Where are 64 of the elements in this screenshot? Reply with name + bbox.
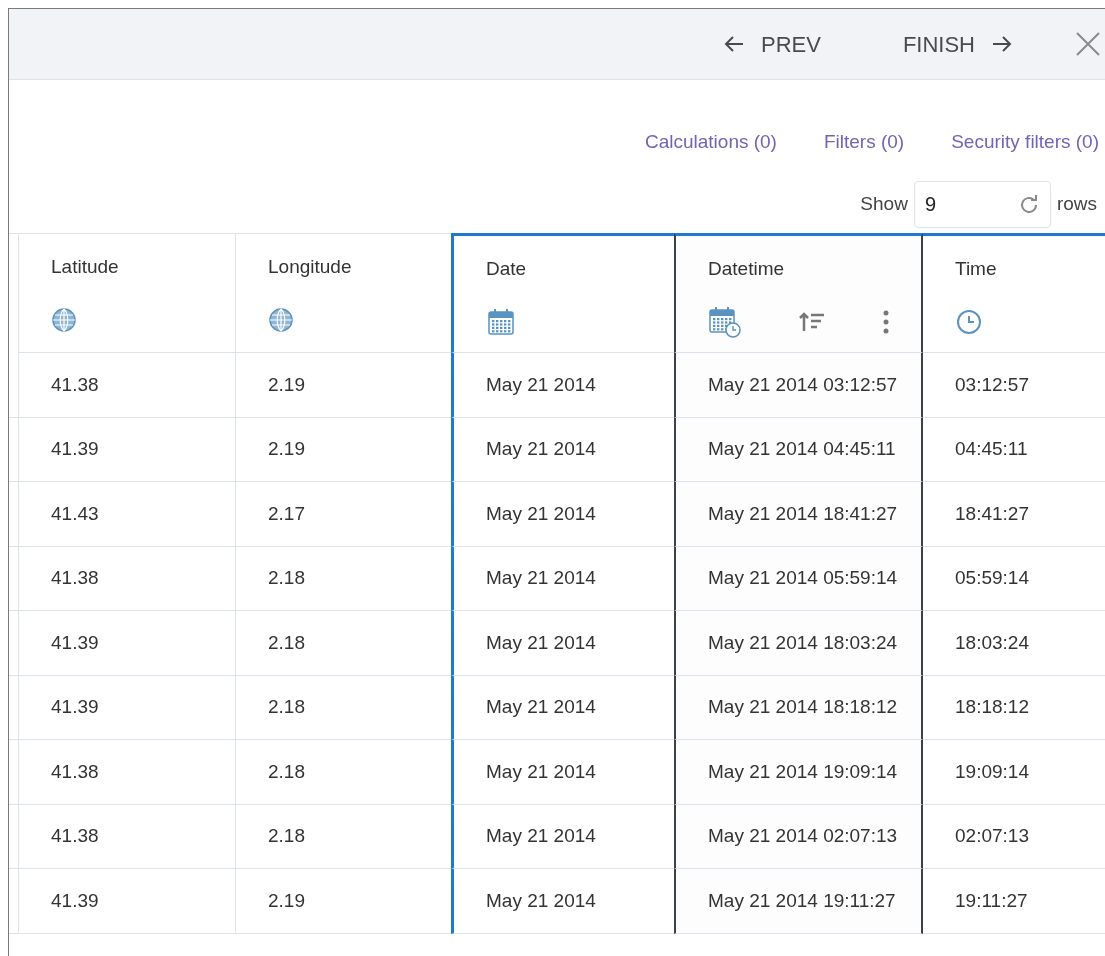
- table-cell: May 21 2014 02:07:13: [674, 804, 923, 869]
- table-cell: 05:59:14: [923, 546, 1105, 611]
- table-cell: 2.18: [235, 804, 451, 869]
- table-cell: May 21 2014 18:18:12: [674, 675, 923, 740]
- table-cell: 19:09:14: [923, 740, 1105, 805]
- table-cell: 41.39: [18, 869, 235, 934]
- table-cell: 18:41:27: [923, 482, 1105, 547]
- more-options-icon[interactable]: [883, 309, 889, 334]
- table-cell: 41.38: [18, 353, 235, 418]
- link[interactable]: Calculations (0): [644, 127, 777, 157]
- table-cell: 03:12:57: [923, 353, 1105, 418]
- table-cell: May 21 2014 19:09:14: [674, 740, 923, 805]
- column-title: Time: [955, 257, 998, 281]
- table-cell: 41.39: [18, 675, 235, 740]
- globe-icon: [268, 306, 294, 333]
- link[interactable]: Filters (0): [823, 127, 905, 157]
- table-cell: 2.17: [235, 482, 451, 547]
- column-title: Datetime: [708, 257, 786, 281]
- table-cell: 19:11:27: [923, 869, 1105, 934]
- table-cell: May 21 2014 04:45:11: [674, 417, 923, 482]
- table-cell: 04:45:11: [923, 417, 1105, 482]
- calendar-clock-icon: [708, 305, 742, 338]
- table-cell: May 21 2014 18:41:27: [674, 482, 923, 547]
- table-cell: 2.18: [235, 611, 451, 676]
- table-cell: 2.18: [235, 740, 451, 805]
- table-cell: 2.19: [235, 417, 451, 482]
- rows-count-field[interactable]: 9: [913, 181, 1051, 228]
- arrow-left-icon: [722, 35, 745, 53]
- table-cell: 41.39: [18, 611, 235, 676]
- finish-button[interactable]: FINISH: [902, 27, 1013, 61]
- column-title: Longitude: [268, 255, 353, 279]
- close-button[interactable]: [1075, 31, 1101, 57]
- table-cell: 41.38: [18, 740, 235, 805]
- link[interactable]: Security filters (0): [951, 127, 1099, 157]
- calendar-icon: [486, 306, 516, 337]
- table-cell: 2.19: [235, 869, 451, 934]
- table-cell: May 21 2014 18:03:24: [674, 611, 923, 676]
- table-cell: 2.18: [235, 675, 451, 740]
- table-cell: 02:07:13: [923, 804, 1105, 869]
- prev-button[interactable]: PREV: [722, 27, 821, 61]
- table-cell: May 21 2014 05:59:14: [674, 546, 923, 611]
- column-header[interactable]: Datetime: [674, 233, 923, 353]
- column-title: Latitude: [51, 255, 120, 279]
- table-cell: May 21 2014 03:12:57: [674, 353, 923, 418]
- show-label: Show: [860, 192, 908, 217]
- table-cell: 2.19: [235, 353, 451, 418]
- column-title: Date: [486, 257, 528, 281]
- sort-ascending-icon[interactable]: [798, 310, 827, 333]
- table-cell: 41.39: [18, 417, 235, 482]
- globe-icon: [51, 306, 77, 333]
- table-cell: 41.43: [18, 482, 235, 547]
- table-cell: 41.38: [18, 804, 235, 869]
- table-cell: 41.38: [18, 546, 235, 611]
- close-icon: [1075, 31, 1101, 57]
- column-header[interactable]: Time: [923, 233, 1105, 353]
- clock-icon: [955, 307, 983, 336]
- table-cell: 18:18:12: [923, 675, 1105, 740]
- arrow-right-icon: [991, 35, 1013, 53]
- column-header[interactable]: Longitude: [235, 233, 451, 353]
- table-cell: 18:03:24: [923, 611, 1105, 676]
- table-cell: 2.18: [235, 546, 451, 611]
- column-header[interactable]: Latitude: [18, 233, 235, 353]
- table-cell: May 21 2014 19:11:27: [674, 869, 923, 934]
- rows-label: rows: [1056, 192, 1097, 217]
